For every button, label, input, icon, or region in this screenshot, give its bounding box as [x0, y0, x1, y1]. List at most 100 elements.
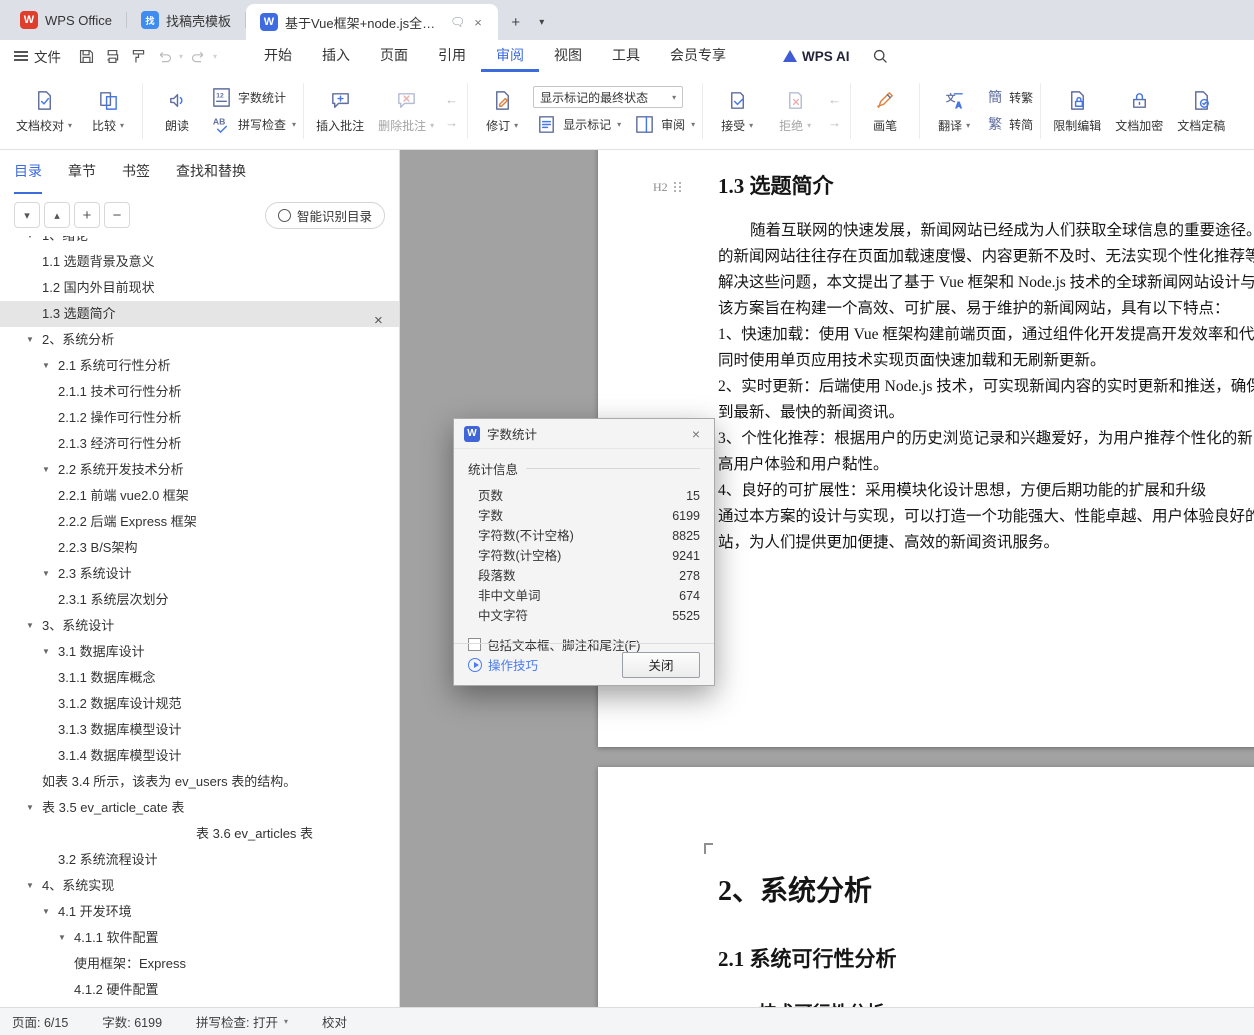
outline-item[interactable]: ▼ 1.3 选题简介: [0, 301, 399, 327]
caret-down-icon[interactable]: ▼: [26, 613, 42, 639]
caret-down-icon[interactable]: ▼: [26, 236, 42, 249]
outline-item[interactable]: ▼ 1.2 国内外目前现状: [0, 275, 399, 301]
outline-item[interactable]: ▼ 4.1.2 硬件配置: [0, 977, 399, 1003]
outline-item[interactable]: ▼ 3.1 数据库设计: [0, 639, 399, 665]
caret-down-icon[interactable]: ▼: [26, 795, 42, 821]
tab-wps-office[interactable]: W WPS Office: [6, 0, 126, 40]
navigation-tab[interactable]: 目录: [14, 150, 42, 194]
review-pane-button[interactable]: 审阅 ▾: [631, 113, 695, 135]
outline-item[interactable]: ▼ 2.1.2 操作可行性分析: [0, 405, 399, 431]
heading-level-badge[interactable]: H2: [653, 180, 681, 195]
word-count-status[interactable]: 字数: 6199: [102, 1012, 162, 1031]
file-menu-button[interactable]: 文件: [0, 40, 73, 72]
caret-down-icon[interactable]: ▼: [42, 899, 58, 925]
outline-item[interactable]: ▼ 1.1 选题背景及意义: [0, 249, 399, 275]
caret-down-icon[interactable]: ▼: [42, 561, 58, 587]
outline-item[interactable]: ▼ 表 3.5 ev_article_cate 表: [0, 795, 399, 821]
navigation-tab[interactable]: 书签: [122, 150, 150, 194]
finalize-button[interactable]: 文档定稿: [1172, 85, 1230, 137]
outline-item[interactable]: ▼ 2.2.3 B/S架构: [0, 535, 399, 561]
tab-list-chevron-icon[interactable]: ▾: [530, 10, 554, 34]
previous-change-icon[interactable]: ←: [828, 92, 841, 107]
track-changes-button[interactable]: 修订 ▾: [475, 85, 529, 137]
format-painter-button[interactable]: [125, 43, 151, 69]
redo-button[interactable]: [185, 43, 211, 69]
undo-button[interactable]: [151, 43, 177, 69]
previous-comment-icon[interactable]: ←: [445, 92, 458, 107]
next-comment-icon[interactable]: →: [445, 115, 458, 130]
search-icon[interactable]: [868, 43, 894, 69]
outline-item[interactable]: ▼ 3、系统设计: [0, 613, 399, 639]
navigation-tab[interactable]: 章节: [68, 150, 96, 194]
show-markup-button[interactable]: 显示标记 ▾: [533, 113, 621, 135]
caret-down-icon[interactable]: ▼: [26, 327, 42, 353]
reject-button[interactable]: 拒绝 ▾: [768, 85, 822, 137]
menu-tab[interactable]: 审阅: [481, 40, 540, 72]
outline-item[interactable]: ▼ 1、绪论: [0, 236, 399, 249]
navigation-tab[interactable]: 查找和替换: [176, 150, 246, 194]
smart-recognize-button[interactable]: 智能识别目录: [264, 201, 385, 229]
menu-tab[interactable]: 页面: [365, 40, 423, 72]
delete-comment-button[interactable]: 删除批注 ▾: [373, 85, 439, 137]
document-page-2[interactable]: 2、系统分析 2.1 系统可行性分析 2.1.1 技术可行性分析: [598, 767, 1254, 1007]
outline-item[interactable]: ▼ 4、系统实现: [0, 873, 399, 899]
to-simplified-button[interactable]: 繁 转简: [985, 113, 1033, 135]
pen-button[interactable]: 画笔: [858, 85, 912, 137]
tab-template-doc[interactable]: 找 找稿壳模板: [127, 0, 245, 40]
markup-state-select[interactable]: 显示标记的最终状态 ▾: [533, 86, 684, 108]
menu-tab[interactable]: 开始: [249, 40, 307, 72]
zoom-in-outline-button[interactable]: +: [74, 202, 100, 228]
dialog-title-bar[interactable]: W 字数统计 ×: [454, 419, 714, 449]
tab-active-document[interactable]: W 基于Vue框架+node.js全球新 🗨 ×: [245, 4, 498, 40]
print-button[interactable]: [99, 43, 125, 69]
menu-tab[interactable]: 视图: [539, 40, 597, 72]
redo-dropdown-chevron-icon[interactable]: ▾: [211, 52, 219, 61]
save-button[interactable]: [73, 43, 99, 69]
word-count-button[interactable]: 12 字数统计: [208, 86, 296, 108]
collapse-all-button[interactable]: ▴: [44, 202, 70, 228]
zoom-out-outline-button[interactable]: −: [104, 202, 130, 228]
caret-down-icon[interactable]: ▼: [42, 639, 58, 665]
menu-tab[interactable]: 插入: [307, 40, 365, 72]
next-change-icon[interactable]: →: [828, 115, 841, 130]
outline-item[interactable]: ▼ 2.3.1 系统层次划分: [0, 587, 399, 613]
outline-item[interactable]: ▼ 2、系统分析: [0, 327, 399, 353]
spell-check-status[interactable]: 拼写检查: 打开 ▾: [196, 1012, 288, 1031]
outline-item[interactable]: ▼ 3.1.4 数据库模型设计: [0, 743, 399, 769]
restrict-edit-button[interactable]: 限制编辑: [1048, 85, 1106, 137]
insert-comment-button[interactable]: 插入批注: [311, 85, 369, 137]
dialog-close-icon[interactable]: ×: [688, 424, 704, 444]
outline-item[interactable]: ▼ 3.1.2 数据库设计规范: [0, 691, 399, 717]
caret-down-icon[interactable]: ▼: [58, 925, 74, 951]
spell-check-button[interactable]: AB 拼写检查 ▾: [208, 113, 296, 135]
page-indicator[interactable]: 页面: 6/15: [12, 1012, 68, 1031]
encrypt-button[interactable]: 文档加密: [1110, 85, 1168, 137]
caret-down-icon[interactable]: ▼: [42, 457, 58, 483]
outline-item[interactable]: ▼ 如表 3.4 所示，该表为 ev_users 表的结构。: [0, 769, 399, 795]
outline-item[interactable]: ▼ 表 3.6 ev_articles 表: [0, 821, 399, 847]
proofread-status[interactable]: 校对: [322, 1012, 347, 1031]
new-tab-button[interactable]: +: [504, 10, 528, 34]
outline-item[interactable]: ▼ 2.2.2 后端 Express 框架: [0, 509, 399, 535]
compare-button[interactable]: 比较 ▾: [81, 85, 135, 137]
outline-item[interactable]: ▼ 2.2.1 前端 vue2.0 框架: [0, 483, 399, 509]
outline-item[interactable]: ▼ 2.2 系统开发技术分析: [0, 457, 399, 483]
outline-item[interactable]: ▼ 4.1 开发环境: [0, 899, 399, 925]
drag-handle-icon[interactable]: [673, 182, 681, 193]
outline-item[interactable]: ▼ 3.1.1 数据库概念: [0, 665, 399, 691]
outline-item[interactable]: ▼ 2.1.3 经济可行性分析: [0, 431, 399, 457]
outline-item[interactable]: ▼ 2.1.1 技术可行性分析: [0, 379, 399, 405]
close-tab-icon[interactable]: ×: [472, 15, 484, 30]
undo-dropdown-chevron-icon[interactable]: ▾: [177, 52, 185, 61]
outline-item[interactable]: ▼ 使用框架：Express: [0, 951, 399, 977]
menu-tab[interactable]: 会员专享: [655, 40, 741, 72]
outline-item[interactable]: ▼ 2.3 系统设计: [0, 561, 399, 587]
doc-proof-button[interactable]: 文档校对 ▾: [11, 85, 77, 137]
tips-link[interactable]: 操作技巧: [468, 655, 538, 674]
close-dialog-button[interactable]: 关闭: [622, 651, 700, 678]
translate-button[interactable]: 文A 翻译 ▾: [927, 85, 981, 137]
to-traditional-button[interactable]: 簡 转繁: [985, 86, 1033, 108]
read-aloud-button[interactable]: 朗读: [150, 85, 204, 137]
comment-bubble-icon[interactable]: 🗨: [450, 15, 465, 29]
caret-down-icon[interactable]: ▼: [26, 873, 42, 899]
